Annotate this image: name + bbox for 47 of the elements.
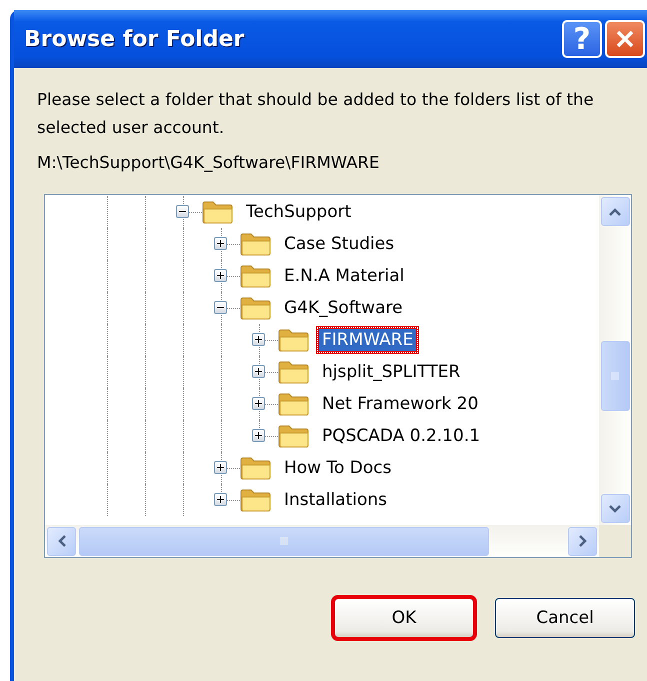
folder-icon — [278, 424, 310, 448]
scrollbar-corner — [599, 525, 631, 557]
folder-icon — [278, 328, 310, 352]
expand-icon[interactable] — [214, 461, 227, 474]
scroll-left-icon[interactable] — [47, 526, 76, 556]
folder-icon — [278, 360, 310, 384]
folder-icon — [240, 488, 272, 512]
folder-item[interactable]: Installations — [278, 486, 394, 514]
close-button[interactable] — [605, 20, 645, 58]
expand-icon[interactable] — [252, 397, 265, 410]
expand-icon[interactable] — [214, 237, 227, 250]
folder-icon — [240, 264, 272, 288]
expand-icon[interactable] — [214, 493, 227, 506]
folder-item[interactable]: hjsplit_SPLITTER — [316, 358, 466, 386]
folder-icon — [240, 296, 272, 320]
folder-item[interactable]: How To Docs — [278, 454, 398, 482]
expand-icon[interactable] — [214, 269, 227, 282]
scroll-thumb[interactable] — [600, 341, 630, 411]
folder-item[interactable]: G4K_Software — [278, 294, 409, 322]
instruction-text: Please select a folder that should be added to the folders list of the selected user account. — [37, 89, 595, 139]
folder-icon — [278, 392, 310, 416]
window-title: Browse for Folder — [24, 26, 246, 52]
folder-item[interactable]: TechSupport — [240, 198, 358, 226]
folder-item[interactable]: Net Framework 20 — [316, 390, 484, 418]
dialog-button[interactable]: Cancel — [495, 598, 635, 638]
folder-item[interactable]: E.N.A Material — [278, 262, 410, 290]
close-icon — [615, 29, 635, 49]
expand-icon[interactable] — [252, 333, 265, 346]
scroll-right-icon[interactable] — [568, 526, 597, 556]
expand-icon[interactable] — [252, 429, 265, 442]
collapse-icon[interactable] — [176, 205, 189, 218]
collapse-icon[interactable] — [214, 301, 227, 314]
selected-path: M:\TechSupport\G4K_Software\FIRMWARE — [37, 152, 380, 174]
folder-icon — [240, 456, 272, 480]
expand-icon[interactable] — [252, 365, 265, 378]
scroll-up-icon[interactable] — [600, 197, 630, 226]
scroll-down-icon[interactable] — [600, 494, 630, 523]
folder-item[interactable]: FIRMWARE — [316, 326, 420, 354]
scroll-thumb[interactable] — [79, 526, 489, 556]
horizontal-scrollbar[interactable] — [45, 525, 599, 557]
vertical-scrollbar[interactable] — [599, 195, 631, 525]
folder-icon — [240, 232, 272, 256]
help-button[interactable]: ? — [562, 20, 602, 58]
folder-item[interactable]: Case Studies — [278, 230, 400, 258]
folder-icon — [202, 200, 234, 224]
dialog-button[interactable]: OK — [334, 598, 474, 638]
folder-item[interactable]: PQSCADA 0.2.10.1 — [316, 422, 486, 450]
